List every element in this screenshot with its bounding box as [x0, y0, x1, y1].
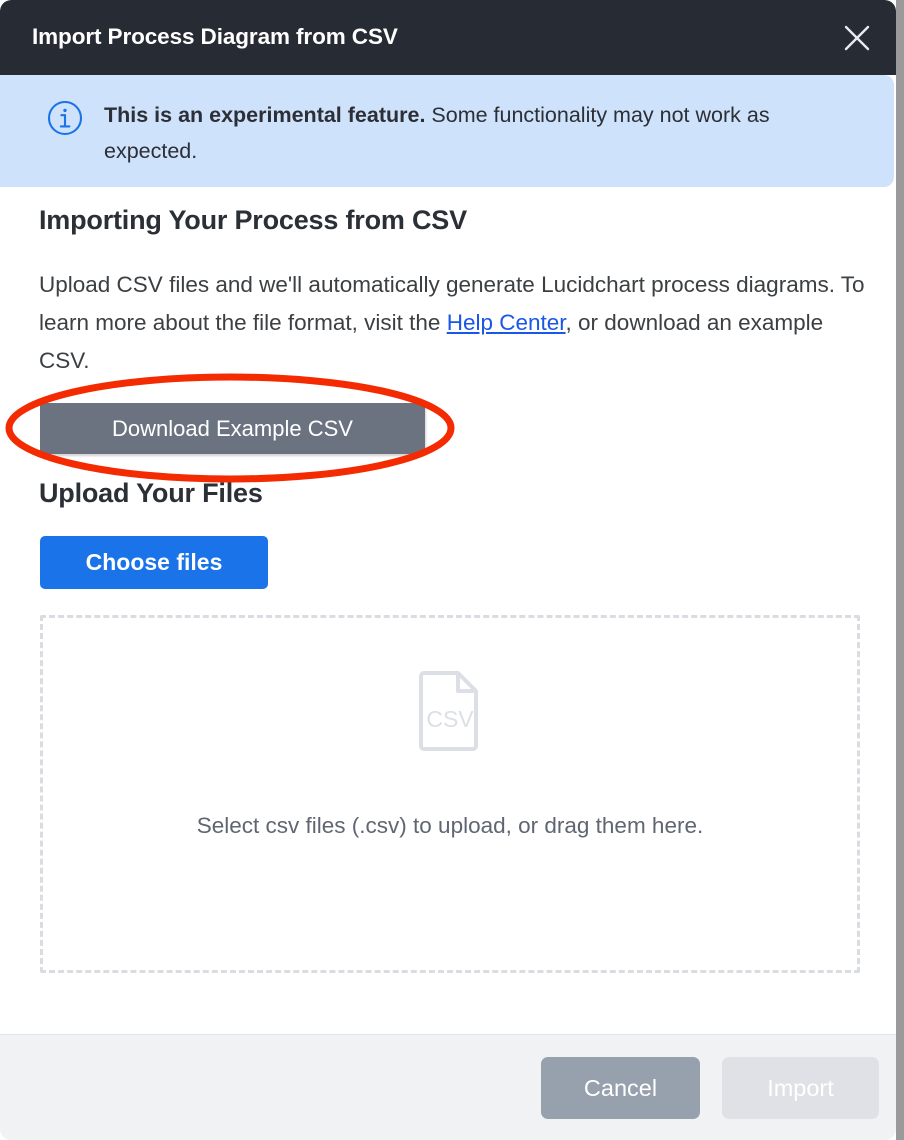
banner-message-strong: This is an experimental feature.	[104, 103, 426, 127]
info-circle-icon	[46, 99, 84, 137]
import-csv-dialog: Import Process Diagram from CSV This is …	[0, 0, 896, 1140]
banner-message: This is an experimental feature. Some fu…	[104, 97, 834, 169]
dialog-titlebar: Import Process Diagram from CSV	[0, 0, 896, 75]
import-section-heading: Importing Your Process from CSV	[39, 205, 467, 235]
close-icon[interactable]	[834, 15, 880, 61]
upload-section-heading: Upload Your Files	[39, 478, 263, 508]
cancel-button[interactable]: Cancel	[541, 1057, 700, 1119]
svg-text:CSV: CSV	[426, 706, 474, 732]
choose-files-button[interactable]: Choose files	[40, 536, 268, 589]
import-description: Upload CSV files and we'll automatically…	[39, 266, 869, 380]
help-center-link[interactable]: Help Center	[447, 310, 566, 335]
dropzone-instruction: Select csv files (.csv) to upload, or dr…	[196, 813, 704, 838]
file-dropzone[interactable]: CSV Select csv files (.csv) to upload, o…	[40, 615, 860, 973]
csv-file-icon: CSV	[419, 671, 478, 751]
import-button[interactable]: Import	[722, 1057, 879, 1119]
dialog-drop-shadow	[896, 0, 904, 1140]
download-example-csv-button[interactable]: Download Example CSV	[40, 403, 425, 454]
dialog-title: Import Process Diagram from CSV	[32, 24, 398, 49]
